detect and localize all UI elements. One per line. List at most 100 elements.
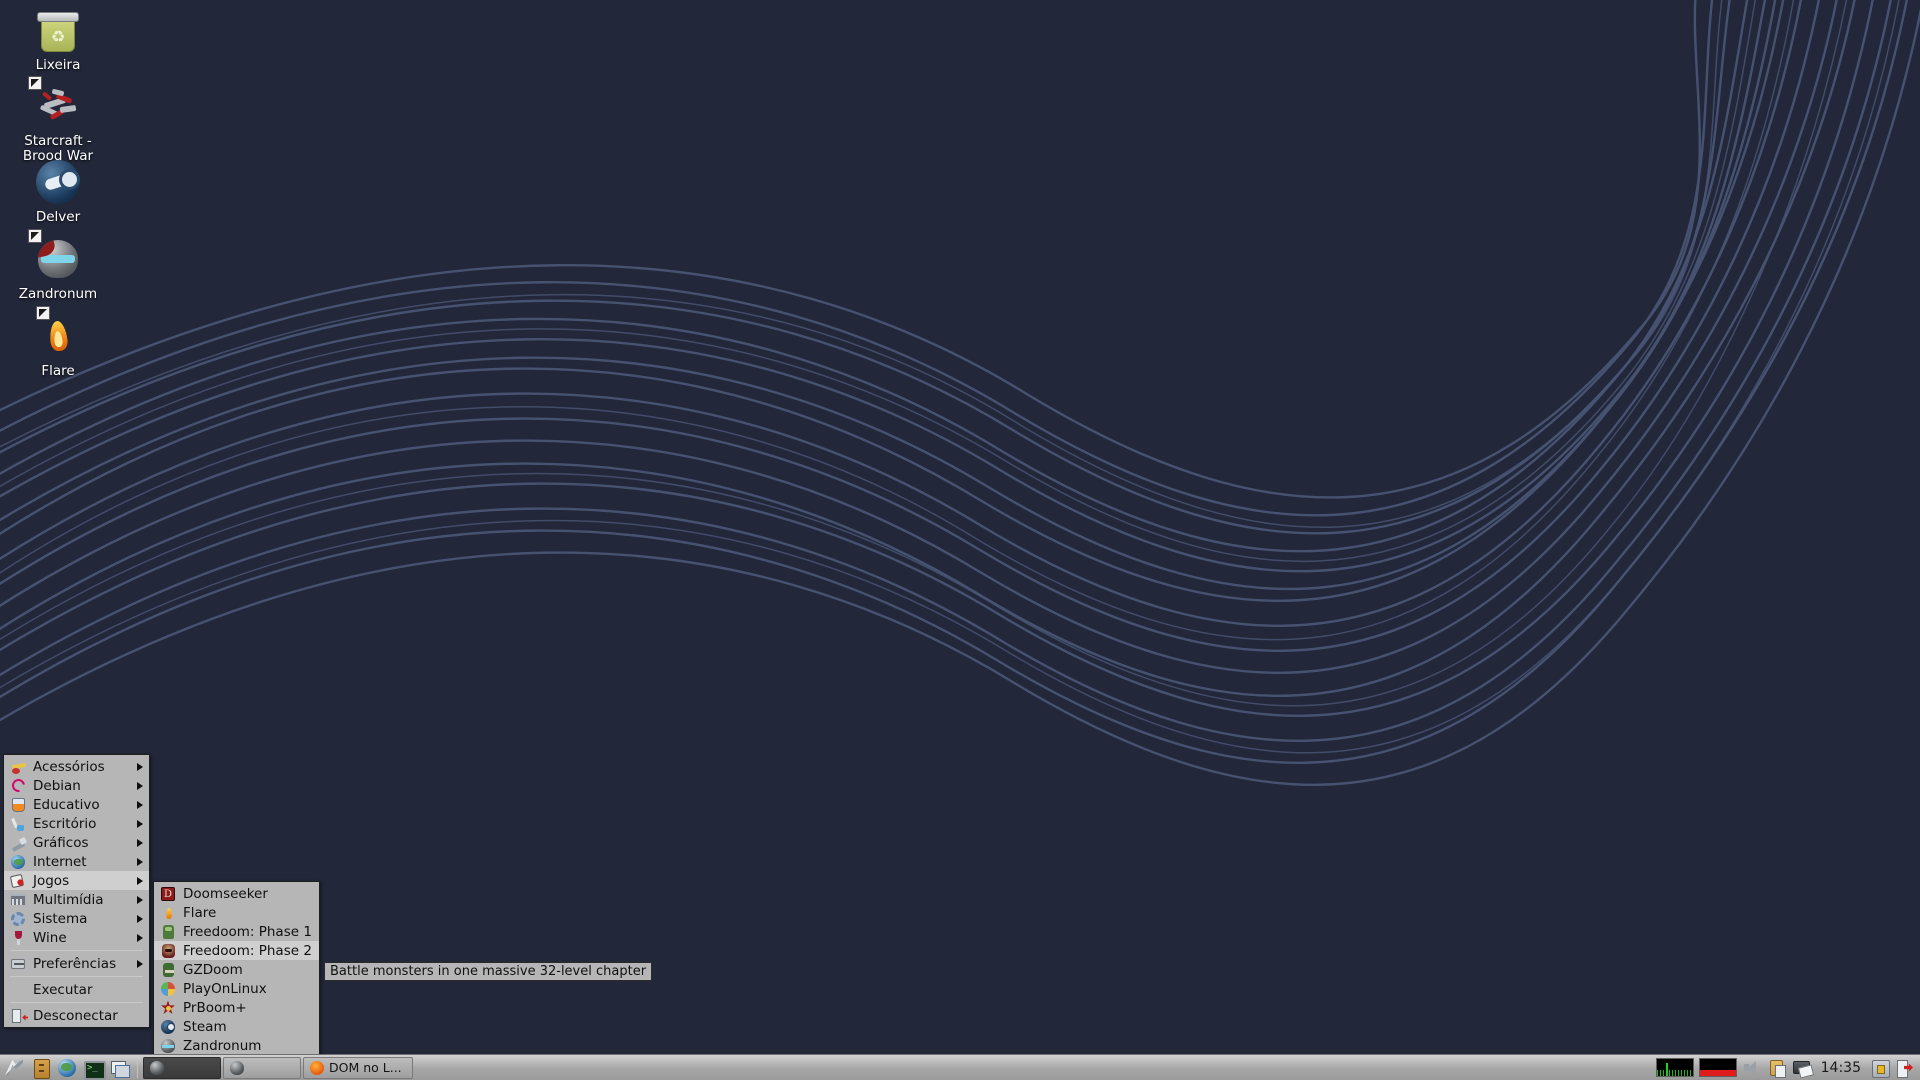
submenu-item-flare[interactable]: Flare (154, 903, 319, 922)
menu-item-label: Sistema (33, 910, 88, 927)
desktop-icon-lixeira[interactable]: ♻ Lixeira (3, 6, 113, 73)
chevron-right-icon (137, 895, 143, 904)
show-desktop-icon[interactable] (108, 1057, 130, 1079)
desktop-icon-flare[interactable]: Flare (3, 306, 113, 379)
menu-item-label: Executar (33, 981, 93, 998)
menu-item-escritorio[interactable]: Escritório (4, 814, 149, 833)
submenu-item-label: Flare (183, 904, 217, 921)
submenu-item-playonlinux[interactable]: PlayOnLinux (154, 979, 319, 998)
menu-item-label: Gráficos (33, 834, 89, 851)
steam-icon (34, 158, 82, 206)
debian-icon (9, 775, 28, 795)
submenu-item-freedoom-phase-2[interactable]: Freedoom: Phase 2 (154, 941, 319, 960)
chevron-right-icon (137, 838, 143, 847)
submenu-item-label: PlayOnLinux (183, 980, 267, 997)
menu-item-label: Debian (33, 777, 81, 794)
taskbar-window-button[interactable] (143, 1056, 221, 1079)
cpu-monitor[interactable] (1655, 1058, 1694, 1077)
gzdoom-icon (160, 962, 177, 978)
menu-item-label: Acessórios (33, 758, 105, 775)
submenu-item-prboom[interactable]: PrBoom+ (154, 998, 319, 1017)
zandronum-small-icon (160, 1038, 177, 1054)
window-buttons: DOM no L... (141, 1055, 413, 1080)
taskbar-window-button[interactable] (223, 1056, 301, 1079)
taskbar-window-button-firefox[interactable]: DOM no L... (303, 1056, 413, 1079)
menu-item-debian[interactable]: Debian (4, 775, 149, 795)
web-browser-icon[interactable] (56, 1057, 78, 1079)
submenu-item-label: Steam (183, 1018, 227, 1035)
wine-glass-icon (10, 930, 27, 946)
menu-item-label: Escritório (33, 815, 97, 832)
window-icon (150, 1060, 164, 1075)
menu-item-label: Preferências (33, 955, 117, 972)
tooltip: Battle monsters in one massive 32-level … (324, 962, 653, 981)
menu-item-label: Wine (33, 929, 67, 946)
freedoom1-icon (160, 924, 177, 940)
flask-icon (10, 797, 27, 813)
desktop-screen: ♻ Lixeira Starcraft - Brood War Delver Z… (0, 0, 1920, 1080)
zandronum-icon (28, 229, 82, 283)
submenu-item-steam[interactable]: Steam (154, 1017, 319, 1036)
file-manager-icon[interactable] (30, 1057, 52, 1079)
chevron-right-icon (137, 781, 143, 790)
submenu-item-label: Freedoom: Phase 1 (183, 923, 312, 940)
globe-icon (10, 854, 27, 870)
menu-item-label: Educativo (33, 796, 100, 813)
volume-icon[interactable] (1742, 1058, 1762, 1078)
menu-separator (10, 950, 143, 951)
starcraft-icon (28, 76, 82, 130)
taskbar: DOM no L... 14:35 (0, 1054, 1920, 1080)
logout-icon (10, 1008, 27, 1024)
clock[interactable]: 14:35 (1817, 1060, 1865, 1076)
menu-item-label: Desconectar (33, 1007, 118, 1024)
desktop-icon-delver[interactable]: Delver (3, 158, 113, 225)
film-icon (10, 892, 27, 908)
menu-item-executar[interactable]: Executar (4, 980, 149, 999)
desktop-icon-label: Zandronum (18, 286, 98, 302)
chevron-right-icon (137, 876, 143, 885)
taskbar-separator (137, 1057, 138, 1078)
chevron-right-icon (137, 857, 143, 866)
system-tray: 14:35 (1655, 1055, 1920, 1080)
submenu-item-label: GZDoom (183, 961, 243, 978)
screenshot-icon[interactable] (1792, 1058, 1812, 1078)
chevron-right-icon (137, 762, 143, 771)
chevron-right-icon (137, 819, 143, 828)
menu-item-multimidia[interactable]: Multimídia (4, 890, 149, 909)
menu-item-graficos[interactable]: Gráficos (4, 833, 149, 852)
submenu-item-gzdoom[interactable]: GZDoom (154, 960, 319, 979)
submenu-item-label: Freedoom: Phase 2 (183, 942, 312, 959)
logout-icon[interactable] (1895, 1058, 1915, 1078)
flare-icon (34, 306, 82, 360)
firefox-icon (310, 1060, 324, 1075)
desktop-icon-zandronum[interactable]: Zandronum (3, 229, 113, 302)
cards-icon (9, 873, 27, 889)
application-menu[interactable]: Acessórios Debian Educativo Escritório G… (3, 754, 150, 1028)
submenu-item-label: Doomseeker (183, 885, 268, 902)
trash-icon: ♻ (34, 6, 82, 54)
terminal-icon[interactable] (82, 1057, 106, 1080)
menu-item-label: Internet (33, 853, 87, 870)
menu-item-preferencias[interactable]: Preferências (4, 954, 149, 973)
link-badge-icon (36, 306, 50, 320)
menu-item-acessorios[interactable]: Acessórios (4, 757, 149, 776)
playonlinux-icon (160, 981, 177, 997)
menu-item-sistema[interactable]: Sistema (4, 909, 149, 928)
games-submenu[interactable]: D Doomseeker Flare Freedoom: Phase 1 Fre… (153, 881, 320, 1058)
submenu-item-freedoom-phase-1[interactable]: Freedoom: Phase 1 (154, 922, 319, 941)
menu-item-wine[interactable]: Wine (4, 928, 149, 947)
submenu-item-label: Zandronum (183, 1037, 262, 1054)
xfce-menu-icon[interactable] (4, 1057, 26, 1079)
menu-item-jogos[interactable]: Jogos (4, 871, 149, 890)
taskbar-launchers (0, 1055, 134, 1080)
clipboard-icon[interactable] (1767, 1058, 1787, 1078)
submenu-item-zandronum[interactable]: Zandronum (154, 1036, 319, 1055)
desktop-icon-starcraft[interactable]: Starcraft - Brood War (3, 76, 113, 164)
menu-item-educativo[interactable]: Educativo (4, 795, 149, 814)
menu-item-internet[interactable]: Internet (4, 852, 149, 871)
network-monitor[interactable] (1698, 1058, 1737, 1077)
menu-item-desconectar[interactable]: Desconectar (4, 1006, 149, 1025)
lock-icon[interactable] (1870, 1058, 1890, 1078)
submenu-item-doomseeker[interactable]: D Doomseeker (154, 884, 319, 903)
pencil-icon (10, 835, 27, 851)
